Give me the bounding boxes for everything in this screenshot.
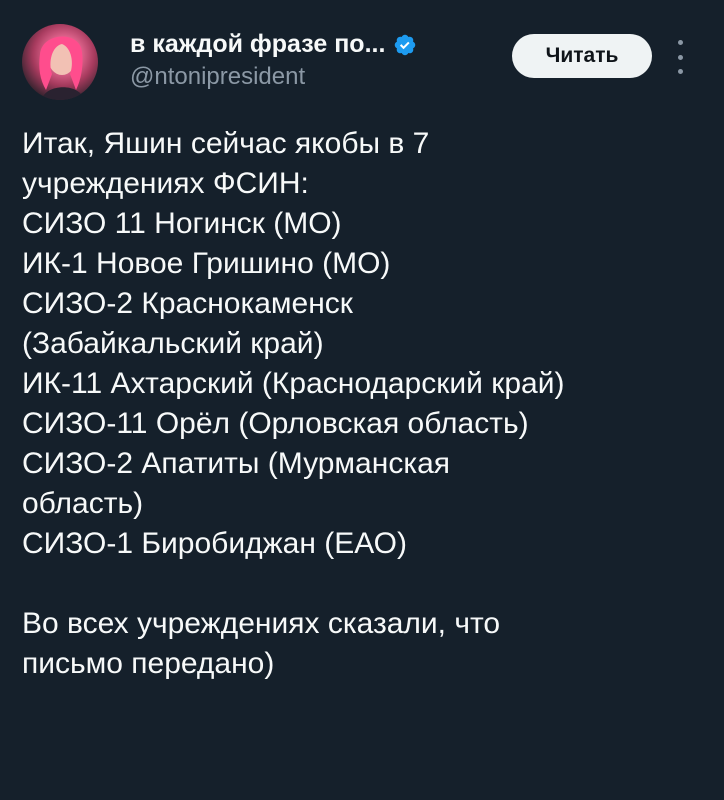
tweet-line: (Забайкальский край) xyxy=(22,327,324,360)
more-dot xyxy=(677,54,683,60)
verified-badge-icon[interactable] xyxy=(393,33,417,57)
avatar[interactable] xyxy=(22,24,98,100)
author-handle[interactable]: @ntonipresident xyxy=(130,63,417,91)
more-dot xyxy=(677,40,683,45)
tweet-line: СИЗО-2 Апатиты (Мурманская xyxy=(22,447,451,480)
tweet-line: ИК-11 Ахтарский (Краснодарский край) xyxy=(22,367,565,400)
tweet-line: область) xyxy=(22,487,144,520)
author-name-row: в каждой фразе по... xyxy=(130,30,417,59)
tweet-line: СИЗО-2 Краснокаменск xyxy=(22,287,353,320)
tweet-line: СИЗО-1 Биробиджан (ЕАО) xyxy=(22,527,407,560)
tweet-line: ИК-1 Новое Гришино (МО) xyxy=(22,247,391,280)
more-dot xyxy=(677,69,683,74)
avatar-photo-icon xyxy=(39,36,84,100)
tweet-header: в каждой фразе по... @ntonipresident Чит… xyxy=(22,22,702,102)
tweet-line: СИЗО-11 Орёл (Орловская область) xyxy=(22,407,529,440)
tweet-body: Итак, Яшин сейчас якобы в 7 учреждениях … xyxy=(22,124,712,684)
tweet-line: письмо передано) xyxy=(22,647,275,680)
author-info: в каждой фразе по... @ntonipresident xyxy=(130,30,417,91)
follow-button[interactable]: Читать xyxy=(512,34,652,78)
tweet-line: СИЗО 11 Ногинск (МО) xyxy=(22,207,342,240)
author-display-name[interactable]: в каждой фразе по... xyxy=(130,30,385,59)
tweet-line: Во всех учреждениях сказали, что xyxy=(22,607,501,640)
tweet-line: Итак, Яшин сейчас якобы в 7 xyxy=(22,127,430,160)
more-vertical-icon[interactable] xyxy=(670,40,690,74)
tweet-line: учреждениях ФСИН: xyxy=(22,167,309,200)
